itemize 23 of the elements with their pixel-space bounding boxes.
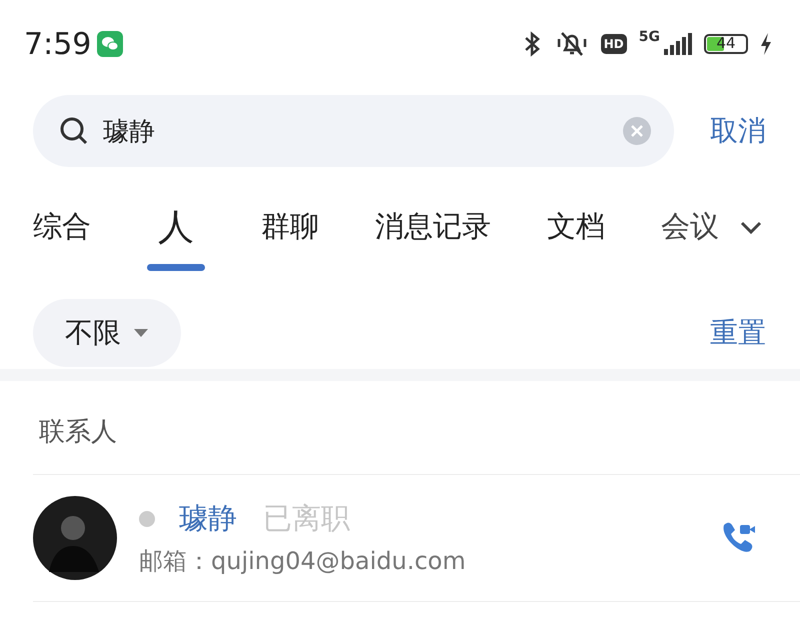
chevron-down-icon[interactable] (740, 221, 762, 235)
cancel-button[interactable]: 取消 (710, 112, 766, 150)
search-field[interactable]: 璩静 (33, 95, 674, 167)
hd-badge: HD (600, 34, 627, 54)
filter-dropdown[interactable]: 不限 (33, 299, 181, 367)
caret-icon (133, 328, 149, 338)
chat-app-icon (97, 31, 124, 57)
reset-button[interactable]: 重置 (710, 314, 766, 352)
contact-name: 璩静 (179, 500, 237, 537)
signal-icon (662, 33, 692, 55)
tab[interactable]: 会议 (661, 207, 719, 266)
tab[interactable]: 综合 (33, 207, 91, 266)
clock: 7:59 (24, 26, 92, 62)
tab[interactable]: 消息记录 (375, 207, 491, 266)
contact-email: 邮箱：qujing04@baidu.com (139, 546, 467, 577)
avatar[interactable] (33, 496, 117, 580)
network-label: 5G (638, 29, 660, 45)
tab[interactable]: 文档 (547, 207, 605, 266)
tab[interactable]: 群聊 (261, 207, 319, 266)
search-icon (59, 116, 89, 146)
tab[interactable]: 人 (147, 203, 205, 271)
section-header: 联系人 (33, 381, 800, 475)
contact-status: 已离职 (263, 500, 350, 537)
